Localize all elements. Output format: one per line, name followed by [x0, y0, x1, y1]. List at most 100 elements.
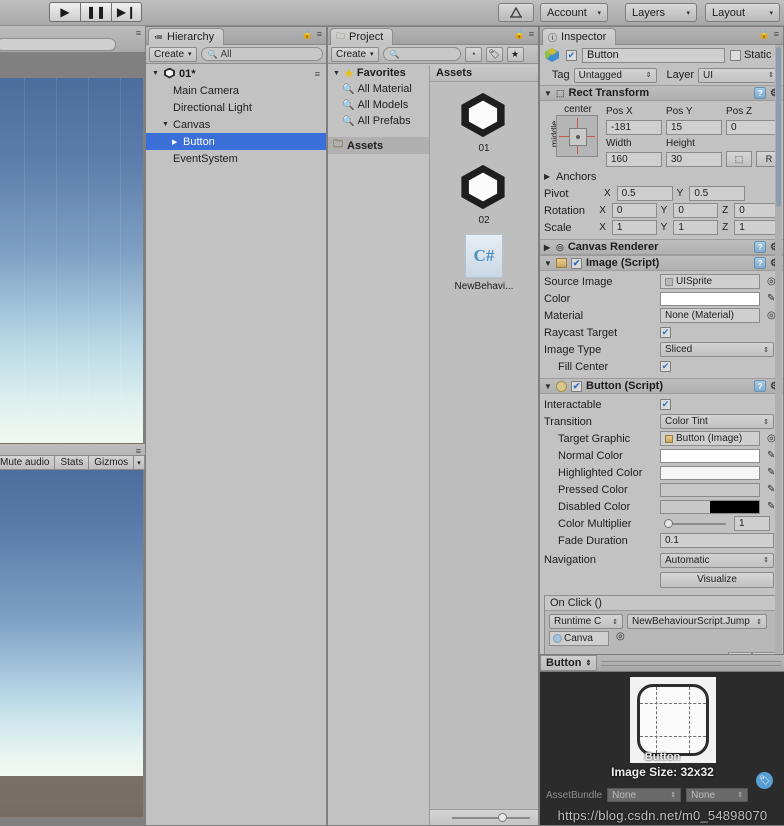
- foldout-icon[interactable]: ▶: [172, 138, 180, 146]
- inspector-scrollbar-thumb[interactable]: [776, 47, 781, 207]
- layers-dropdown[interactable]: Layers ▾: [625, 3, 697, 22]
- hierarchy-create-button[interactable]: Create ▾: [149, 47, 197, 62]
- favorite-item-all-models[interactable]: 🔍All Models: [328, 97, 429, 113]
- hierarchy-search-input[interactable]: 🔍 All: [201, 47, 323, 61]
- hierarchy-item-button[interactable]: ▶Button: [146, 133, 326, 150]
- pause-button[interactable]: ❚❚: [80, 2, 111, 22]
- static-checkbox[interactable]: ✔: [730, 50, 741, 61]
- rotation-y-input[interactable]: 0: [673, 203, 718, 218]
- fill-center-checkbox[interactable]: ✔: [660, 361, 671, 372]
- account-dropdown[interactable]: Account ▾: [540, 3, 608, 22]
- scene-row-menu-icon[interactable]: ≡: [315, 69, 326, 79]
- color-multiplier-input[interactable]: 1: [734, 516, 770, 531]
- image-type-dropdown[interactable]: Sliced ⇕: [660, 342, 774, 357]
- object-picker-icon[interactable]: ◎: [764, 276, 776, 287]
- normal-color-swatch[interactable]: [660, 449, 760, 463]
- help-icon[interactable]: ?: [754, 380, 766, 392]
- mute-audio-button[interactable]: Mute audio: [0, 455, 54, 470]
- scale-z-input[interactable]: 1: [734, 220, 779, 235]
- favorite-item-all-material[interactable]: 🔍All Material: [328, 81, 429, 97]
- lock-icon[interactable]: 🔒: [759, 30, 770, 39]
- step-button[interactable]: ▶❙: [111, 2, 142, 22]
- lock-icon[interactable]: 🔒: [514, 30, 525, 39]
- filter-by-label-icon[interactable]: 🏷: [486, 47, 503, 62]
- project-zoom-slider[interactable]: [430, 809, 538, 825]
- color-multiplier-slider[interactable]: [664, 523, 726, 525]
- eyedropper-icon[interactable]: ✎: [764, 467, 775, 478]
- object-picker-icon[interactable]: ◎: [613, 631, 625, 646]
- foldout-icon[interactable]: ▼: [544, 89, 552, 98]
- panel-menu-icon[interactable]: ≡: [529, 30, 534, 39]
- target-graphic-field[interactable]: Button (Image): [660, 431, 760, 446]
- object-picker-icon[interactable]: ◎: [764, 310, 776, 321]
- button-enabled-checkbox[interactable]: ✔: [571, 381, 582, 392]
- tab-inspector[interactable]: ⓘ Inspector: [542, 28, 616, 45]
- eyedropper-icon[interactable]: ✎: [764, 450, 775, 461]
- interactable-checkbox[interactable]: ✔: [660, 399, 671, 410]
- foldout-icon[interactable]: ▼: [162, 121, 170, 128]
- game-viewport[interactable]: [0, 470, 143, 817]
- pressed-color-swatch[interactable]: [660, 483, 760, 497]
- layer-dropdown[interactable]: UI ⇕: [698, 68, 779, 83]
- game-view-panel[interactable]: ≡ Mute audio Stats Gizmos ▾: [0, 444, 145, 826]
- fade-duration-input[interactable]: 0.1: [660, 533, 774, 548]
- layout-dropdown[interactable]: Layout ▾: [705, 3, 780, 22]
- eyedropper-icon[interactable]: ✎: [764, 484, 775, 495]
- scale-y-input[interactable]: 1: [673, 220, 718, 235]
- assetbundle-variant-dropdown[interactable]: None ⇕: [686, 788, 748, 802]
- anchor-preset-button[interactable]: [556, 115, 598, 157]
- tab-project[interactable]: 🗀 Project: [330, 28, 393, 45]
- pivot-x-input[interactable]: 0.5: [617, 186, 673, 201]
- source-image-field[interactable]: UISprite: [660, 274, 760, 289]
- pos-x-input[interactable]: -181: [606, 120, 662, 135]
- scene-search-input[interactable]: [0, 38, 116, 51]
- project-create-button[interactable]: Create ▾: [331, 47, 379, 62]
- component-header-rect-transform[interactable]: ▼ ⬚ Rect Transform ? ⚙: [540, 85, 783, 101]
- help-icon[interactable]: ?: [754, 257, 766, 269]
- static-toggle-group[interactable]: ✔ Static ▾: [730, 49, 779, 61]
- on-click-object-field[interactable]: Canva: [549, 631, 609, 646]
- foldout-icon[interactable]: ▶: [544, 172, 552, 181]
- inspector-scrollbar[interactable]: [775, 45, 782, 654]
- hierarchy-item-directional-light[interactable]: Directional Light: [146, 99, 326, 116]
- pivot-y-input[interactable]: 0.5: [689, 186, 745, 201]
- hierarchy-item-eventsystem[interactable]: EventSystem: [146, 150, 326, 167]
- panel-menu-icon[interactable]: ≡: [317, 30, 322, 39]
- component-header-button-script[interactable]: ▼ ✔ Button (Script) ? ⚙: [540, 378, 783, 394]
- rotation-x-input[interactable]: 0: [612, 203, 657, 218]
- component-header-image-script[interactable]: ▼ ✔ Image (Script) ? ⚙: [540, 255, 783, 271]
- image-color-swatch[interactable]: [660, 292, 760, 306]
- image-material-field[interactable]: None (Material): [660, 308, 760, 323]
- runtime-mode-dropdown[interactable]: Runtime C ⇕: [549, 614, 623, 629]
- stats-button[interactable]: Stats: [54, 455, 88, 470]
- gizmos-caret-icon[interactable]: ▾: [133, 455, 145, 470]
- rotation-z-input[interactable]: 0: [734, 203, 779, 218]
- scale-x-input[interactable]: 1: [612, 220, 657, 235]
- tab-hierarchy[interactable]: ≔ Hierarchy: [148, 28, 224, 45]
- hierarchy-item-canvas[interactable]: ▼Canvas: [146, 116, 326, 133]
- navigation-dropdown[interactable]: Automatic ⇕: [660, 553, 774, 568]
- disabled-color-swatch[interactable]: [660, 500, 760, 514]
- eyedropper-icon[interactable]: ✎: [764, 293, 775, 304]
- transition-dropdown[interactable]: Color Tint ⇕: [660, 414, 774, 429]
- width-input[interactable]: 160: [606, 152, 662, 167]
- image-enabled-checkbox[interactable]: ✔: [571, 258, 582, 269]
- asset-item[interactable]: C#NewBehavi...: [434, 234, 534, 292]
- lock-icon[interactable]: 🔒: [302, 30, 313, 39]
- project-tree-assets-row[interactable]: 🗀 Assets: [328, 137, 429, 154]
- object-picker-icon[interactable]: ◎: [764, 433, 776, 444]
- project-search-input[interactable]: 🔍: [383, 47, 461, 61]
- blueprint-mode-button[interactable]: ⬚: [726, 151, 752, 167]
- visualize-button[interactable]: Visualize: [660, 572, 774, 588]
- function-dropdown[interactable]: NewBehaviourScript.Jump ⇕: [627, 614, 767, 629]
- asset-item[interactable]: 01: [434, 90, 534, 154]
- preview-drag-handle[interactable]: [601, 658, 781, 669]
- tag-dropdown[interactable]: Untagged ⇕: [574, 68, 657, 83]
- component-header-canvas-renderer[interactable]: ▶ ◎ Canvas Renderer ? ⚙: [540, 239, 783, 255]
- gameobject-name-input[interactable]: Button: [582, 48, 725, 63]
- pos-y-input[interactable]: 15: [666, 120, 722, 135]
- slider-knob[interactable]: [664, 519, 673, 528]
- help-icon[interactable]: ?: [754, 241, 766, 253]
- foldout-icon[interactable]: ▶: [544, 243, 552, 252]
- foldout-icon[interactable]: ▼: [544, 259, 552, 268]
